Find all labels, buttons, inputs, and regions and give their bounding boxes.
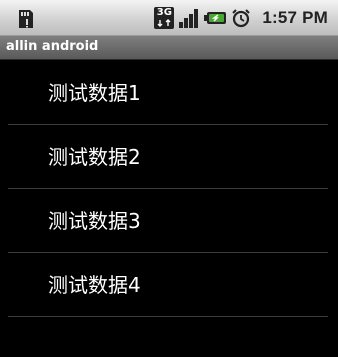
android-screen: 3G 1:57 PM allin android 测试数据1 测试数据2 测试数… <box>0 0 338 357</box>
status-bar: 3G 1:57 PM <box>0 0 338 36</box>
list-item[interactable]: 测试数据2 <box>8 125 328 189</box>
sd-card-icon <box>16 8 36 28</box>
app-title: allin android <box>6 39 99 54</box>
data-list[interactable]: 测试数据1 测试数据2 测试数据3 测试数据4 <box>0 61 338 317</box>
network-3g-icon: 3G <box>154 7 175 29</box>
network-label: 3G <box>156 7 172 18</box>
app-title-bar: allin android <box>0 36 338 60</box>
list-item-label: 测试数据4 <box>48 273 141 297</box>
list-item-label: 测试数据3 <box>48 209 141 233</box>
list-item-label: 测试数据2 <box>48 145 141 169</box>
list-item[interactable]: 测试数据3 <box>8 189 328 253</box>
signal-icon <box>178 7 200 29</box>
status-icons: 3G 1:57 PM <box>154 6 328 30</box>
list-item[interactable]: 测试数据1 <box>8 61 328 125</box>
status-time: 1:57 PM <box>262 8 328 27</box>
battery-charging-icon <box>204 7 227 29</box>
list-item-label: 测试数据1 <box>48 81 141 105</box>
list-item[interactable]: 测试数据4 <box>8 253 328 317</box>
alarm-clock-icon <box>230 7 252 29</box>
